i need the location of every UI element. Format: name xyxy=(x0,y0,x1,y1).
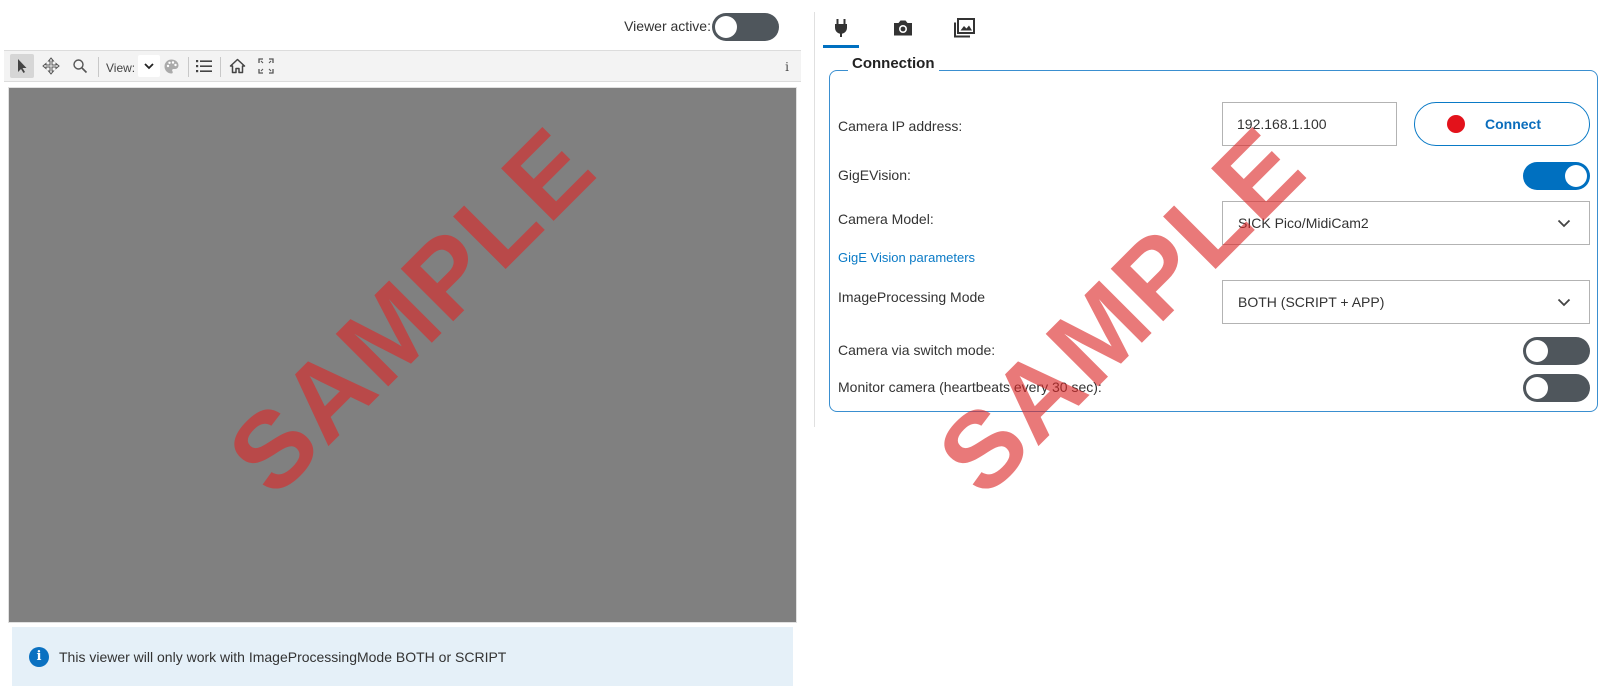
info-banner: i This viewer will only work with ImageP… xyxy=(12,627,793,686)
monitor-camera-toggle[interactable] xyxy=(1523,374,1590,402)
chevron-down-icon xyxy=(1557,295,1571,309)
pan-tool-button[interactable] xyxy=(39,54,63,78)
panel-divider xyxy=(814,12,815,427)
image-canvas[interactable] xyxy=(8,87,797,623)
connect-button[interactable]: Connect xyxy=(1414,102,1590,146)
info-button[interactable]: i xyxy=(785,60,789,74)
switch-mode-label: Camera via switch mode: xyxy=(838,342,996,358)
toolbar-separator xyxy=(188,57,189,77)
monitor-camera-label: Monitor camera (heartbeats every 30 sec)… xyxy=(838,379,1102,395)
imageprocessing-mode-select[interactable]: BOTH (SCRIPT + APP) xyxy=(1222,280,1590,324)
list-icon xyxy=(196,60,212,73)
gigevision-label: GigEVision: xyxy=(838,167,911,183)
camera-ip-input[interactable] xyxy=(1222,102,1397,146)
camera-ip-label: Camera IP address: xyxy=(838,118,963,134)
tab-connection[interactable] xyxy=(823,10,859,48)
switch-mode-toggle[interactable] xyxy=(1523,337,1590,365)
connection-status-dot xyxy=(1447,115,1465,133)
view-select[interactable] xyxy=(138,55,160,77)
viewer-active-row: Viewer active: xyxy=(0,12,795,42)
toggle-knob xyxy=(1526,340,1548,362)
tab-camera[interactable] xyxy=(885,10,921,46)
palette-button[interactable] xyxy=(159,54,183,78)
toggle-knob xyxy=(1565,165,1587,187)
info-banner-text: This viewer will only work with ImagePro… xyxy=(59,648,507,665)
fit-screen-icon xyxy=(258,58,274,74)
tab-images[interactable] xyxy=(946,10,982,46)
view-label: View: xyxy=(106,61,136,75)
camera-model-select[interactable]: SICK Pico/MidiCam2 xyxy=(1222,201,1590,245)
gige-vision-parameters-link[interactable]: GigE Vision parameters xyxy=(838,250,975,265)
info-icon: i xyxy=(29,646,49,667)
zoom-tool-button[interactable] xyxy=(68,54,92,78)
imageprocessing-mode-label: ImageProcessing Mode xyxy=(838,289,986,305)
home-icon xyxy=(229,58,245,74)
chevron-down-icon xyxy=(144,63,154,70)
home-button[interactable] xyxy=(225,54,249,78)
pointer-tool-button[interactable] xyxy=(10,54,34,78)
fit-screen-button[interactable] xyxy=(254,54,278,78)
toggle-knob xyxy=(1526,377,1548,399)
plug-icon xyxy=(835,19,847,37)
gigevision-toggle[interactable] xyxy=(1523,162,1590,190)
connect-button-label: Connect xyxy=(1485,116,1541,132)
camera-model-value: SICK Pico/MidiCam2 xyxy=(1238,215,1369,231)
list-button[interactable] xyxy=(192,54,216,78)
toolbar-separator xyxy=(220,57,221,77)
palette-icon xyxy=(164,59,179,73)
camera-icon xyxy=(894,20,912,36)
pan-icon xyxy=(42,57,60,75)
zoom-icon xyxy=(73,59,88,74)
connection-title: Connection xyxy=(848,55,939,72)
pointer-icon xyxy=(18,59,27,73)
toolbar-separator xyxy=(98,57,99,77)
viewer-active-label: Viewer active: xyxy=(624,18,711,34)
imageprocessing-mode-value: BOTH (SCRIPT + APP) xyxy=(1238,294,1385,310)
chevron-down-icon xyxy=(1557,216,1571,230)
images-icon xyxy=(954,18,975,38)
viewer-active-toggle[interactable] xyxy=(712,13,779,41)
camera-model-label: Camera Model: xyxy=(838,211,934,227)
viewer-toolbar: View: i xyxy=(4,50,801,82)
toggle-knob xyxy=(715,16,737,38)
